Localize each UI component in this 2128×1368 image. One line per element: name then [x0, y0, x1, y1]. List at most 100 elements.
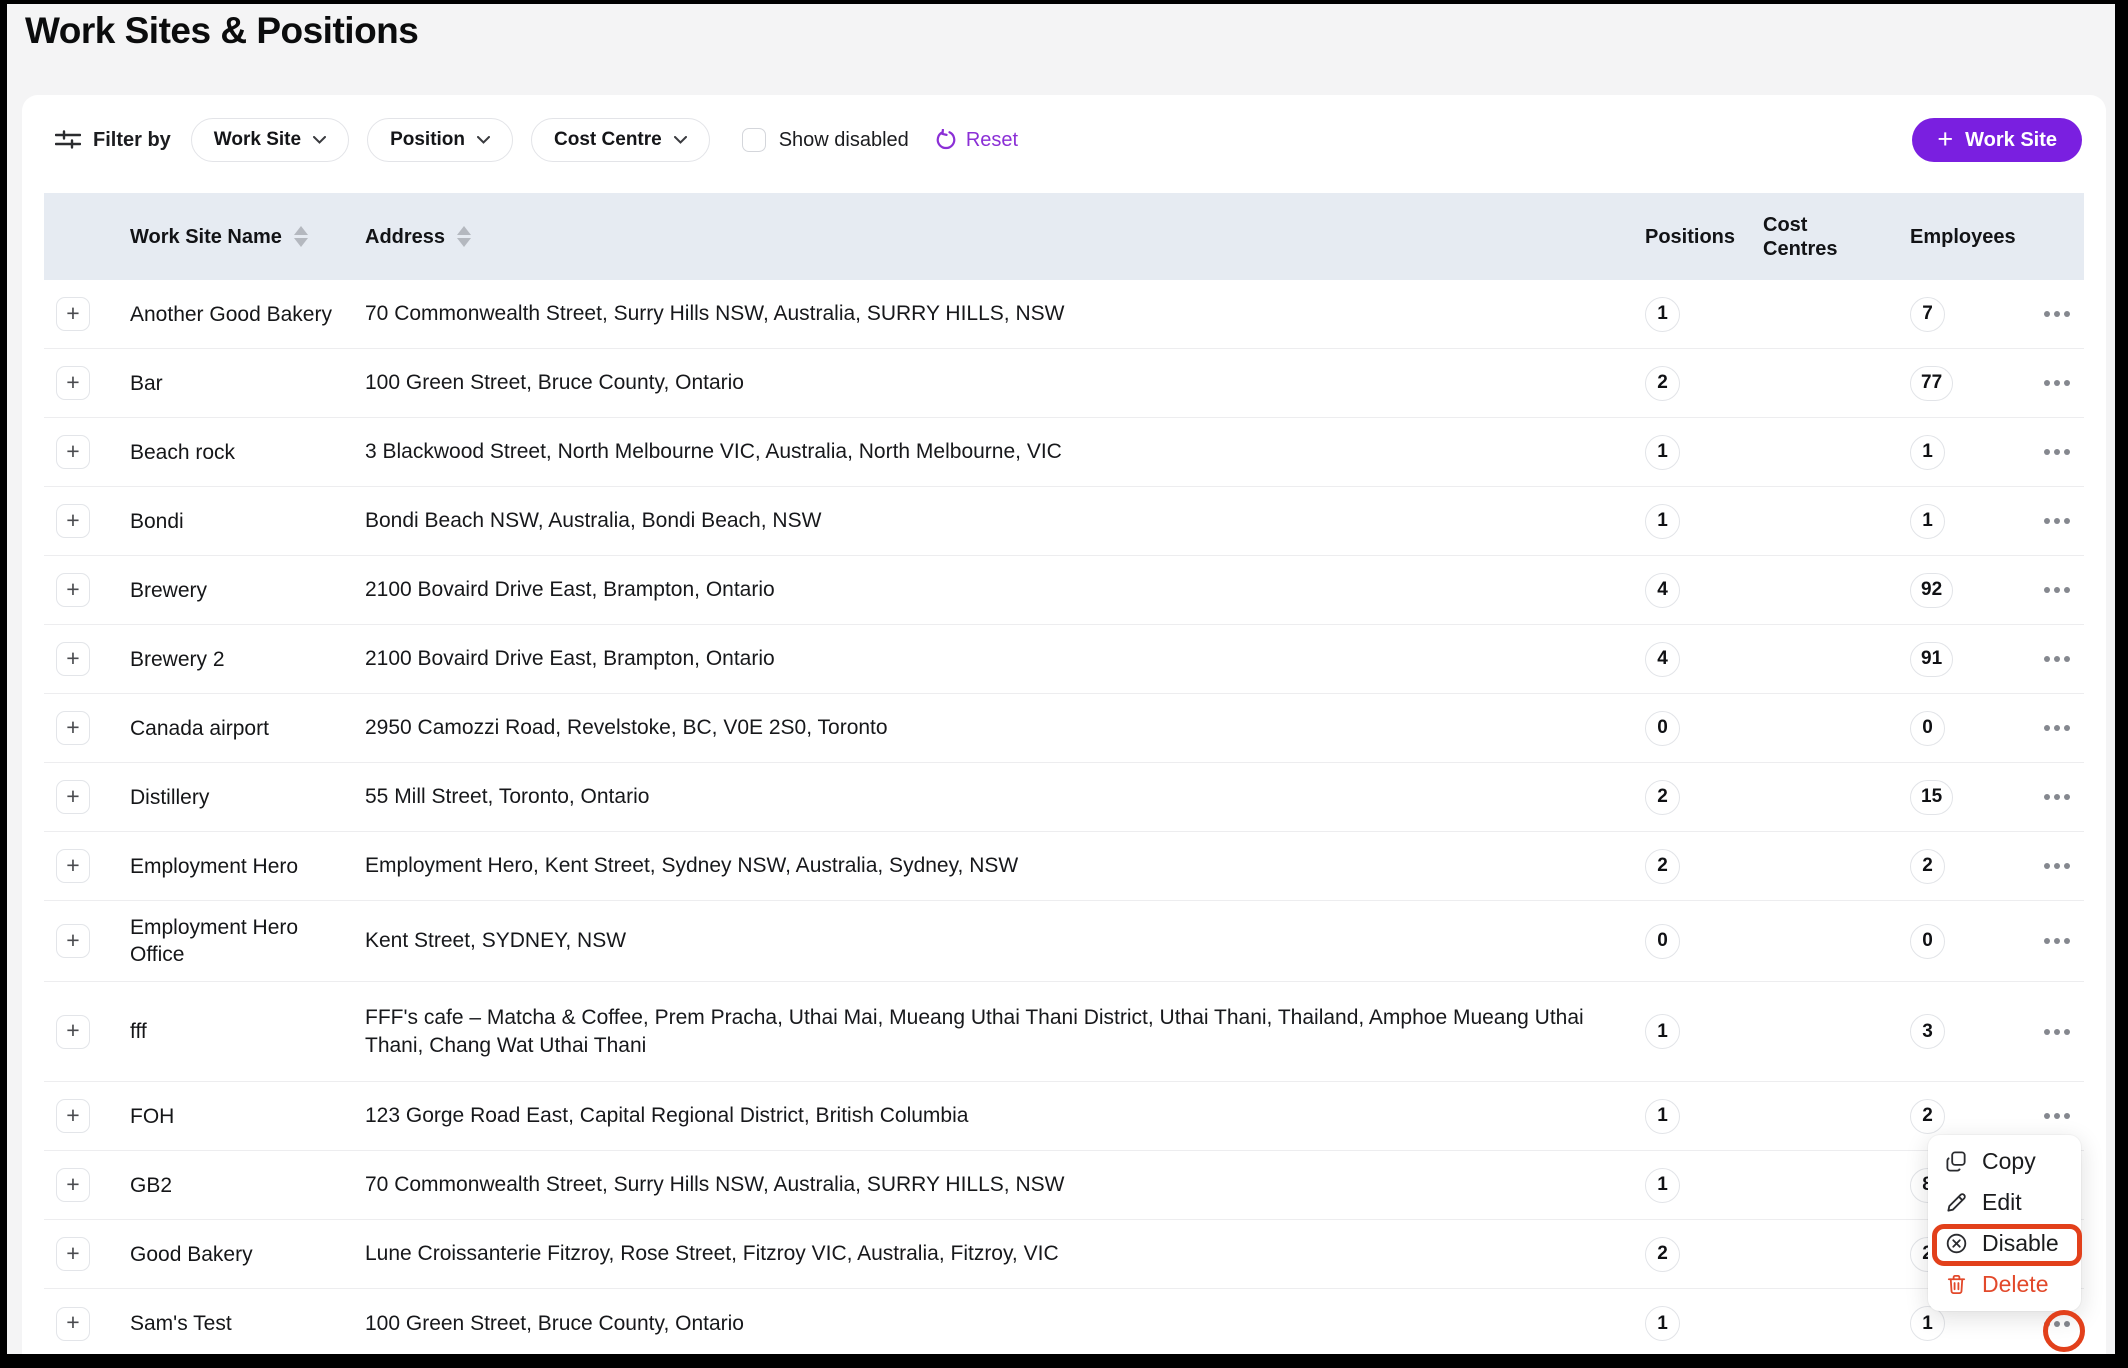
work-site-address: 100 Green Street, Bruce County, Ontario [365, 369, 1645, 397]
trash-icon [1945, 1273, 1968, 1296]
positions-count-badge: 0 [1645, 711, 1680, 746]
column-header-address[interactable]: Address [365, 225, 1645, 249]
expand-row-button[interactable]: + [56, 924, 90, 958]
work-site-filter-dropdown[interactable]: Work Site [191, 118, 349, 162]
filter-bar: Filter by Work Site Position Cost Centre… [22, 95, 2106, 162]
disable-circle-x-icon [1945, 1232, 1968, 1255]
menu-item-edit-label: Edit [1982, 1189, 2022, 1216]
table-row: + Employment Hero Office Kent Street, SY… [44, 901, 2084, 982]
expand-row-button[interactable]: + [56, 366, 90, 400]
table-row: + GB2 70 Commonwealth Street, Surry Hill… [44, 1151, 2084, 1220]
row-actions-menu-button[interactable] [2040, 930, 2074, 952]
menu-item-disable[interactable]: Disable [1928, 1224, 2081, 1264]
table-body: + Another Good Bakery 70 Commonwealth St… [44, 280, 2084, 1358]
reset-refresh-icon [935, 129, 957, 151]
chevron-down-icon [674, 136, 687, 144]
employees-count-badge: 0 [1910, 711, 1945, 746]
row-actions-menu-button[interactable] [2040, 372, 2074, 394]
table-row: + fff FFF's cafe – Matcha & Coffee, Prem… [44, 982, 2084, 1082]
expand-row-button[interactable]: + [56, 297, 90, 331]
employees-count-badge: 91 [1910, 642, 1953, 677]
table-row: + FOH 123 Gorge Road East, Capital Regio… [44, 1082, 2084, 1151]
expand-row-button[interactable]: + [56, 1099, 90, 1133]
expand-row-button[interactable]: + [56, 1307, 90, 1341]
row-actions-context-menu: Copy Edit Disable Delete [1928, 1135, 2081, 1311]
positions-count-badge: 1 [1645, 1099, 1680, 1134]
position-filter-dropdown[interactable]: Position [367, 118, 513, 162]
expand-row-button[interactable]: + [56, 1237, 90, 1271]
row-actions-menu-button[interactable] [2040, 441, 2074, 463]
expand-row-button[interactable]: + [56, 504, 90, 538]
positions-count-badge: 1 [1645, 504, 1680, 539]
table-row: + Sam's Test 100 Green Street, Bruce Cou… [44, 1289, 2084, 1358]
menu-item-delete-label: Delete [1982, 1271, 2048, 1298]
column-header-work-site-name[interactable]: Work Site Name [130, 225, 365, 249]
add-work-site-button[interactable]: + Work Site [1912, 118, 2082, 162]
work-site-address: 2100 Bovaird Drive East, Brampton, Ontar… [365, 576, 1645, 604]
column-header-employees: Employees [1910, 225, 2040, 249]
menu-item-copy[interactable]: Copy [1928, 1142, 2081, 1182]
row-actions-menu-button[interactable] [2040, 1105, 2074, 1127]
work-site-name: Employment Hero [130, 853, 365, 880]
expand-row-button[interactable]: + [56, 711, 90, 745]
positions-count-badge: 2 [1645, 780, 1680, 815]
expand-row-button[interactable]: + [56, 435, 90, 469]
cost-centre-filter-label: Cost Centre [554, 129, 662, 151]
work-site-address: 70 Commonwealth Street, Surry Hills NSW,… [365, 300, 1645, 328]
table-row: + Brewery 2 2100 Bovaird Drive East, Bra… [44, 625, 2084, 694]
row-actions-menu-button[interactable] [2040, 717, 2074, 739]
positions-count-badge: 1 [1645, 435, 1680, 470]
table-row: + Another Good Bakery 70 Commonwealth St… [44, 280, 2084, 349]
expand-row-button[interactable]: + [56, 573, 90, 607]
row-actions-menu-button[interactable] [2040, 1313, 2074, 1335]
work-site-name: FOH [130, 1103, 365, 1130]
employees-count-badge: 2 [1910, 1099, 1945, 1134]
sort-icon[interactable] [294, 226, 308, 247]
work-site-name: Canada airport [130, 715, 365, 742]
table-row: + Bar 100 Green Street, Bruce County, On… [44, 349, 2084, 418]
sort-icon[interactable] [457, 226, 471, 247]
row-actions-menu-button[interactable] [2040, 855, 2074, 877]
page-title: Work Sites & Positions [7, 4, 2115, 52]
work-site-name: Another Good Bakery [130, 301, 365, 328]
employees-count-badge: 3 [1910, 1014, 1945, 1049]
expand-row-button[interactable]: + [56, 780, 90, 814]
employees-count-badge: 77 [1910, 366, 1953, 401]
menu-item-delete[interactable]: Delete [1928, 1265, 2081, 1305]
menu-item-edit[interactable]: Edit [1928, 1183, 2081, 1223]
row-actions-menu-button[interactable] [2040, 1021, 2074, 1043]
table-row: + Bondi Bondi Beach NSW, Australia, Bond… [44, 487, 2084, 556]
filter-by-label: Filter by [93, 129, 171, 152]
positions-count-badge: 4 [1645, 642, 1680, 677]
table-row: + Distillery 55 Mill Street, Toronto, On… [44, 763, 2084, 832]
expand-row-button[interactable]: + [56, 1168, 90, 1202]
cost-centre-filter-dropdown[interactable]: Cost Centre [531, 118, 710, 162]
table-header-row: Work Site Name Address Positions Cost Ce… [44, 193, 2084, 280]
chevron-down-icon [477, 136, 490, 144]
work-site-name: Bondi [130, 508, 365, 535]
row-actions-menu-button[interactable] [2040, 510, 2074, 532]
add-work-site-label: Work Site [1965, 129, 2057, 152]
work-site-address: 100 Green Street, Bruce County, Ontario [365, 1310, 1645, 1338]
chevron-down-icon [313, 136, 326, 144]
work-site-name: Distillery [130, 784, 365, 811]
positions-count-badge: 4 [1645, 573, 1680, 608]
row-actions-menu-button[interactable] [2040, 786, 2074, 808]
work-site-address: Employment Hero, Kent Street, Sydney NSW… [365, 852, 1645, 880]
expand-row-button[interactable]: + [56, 1015, 90, 1049]
employees-count-badge: 1 [1910, 504, 1945, 539]
expand-row-button[interactable]: + [56, 642, 90, 676]
reset-label: Reset [966, 129, 1018, 152]
row-actions-menu-button[interactable] [2040, 648, 2074, 670]
work-site-name: Bar [130, 370, 365, 397]
positions-count-badge: 1 [1645, 1306, 1680, 1341]
reset-filters-link[interactable]: Reset [935, 129, 1018, 152]
row-actions-menu-button[interactable] [2040, 303, 2074, 325]
position-filter-label: Position [390, 129, 465, 151]
row-actions-menu-button[interactable] [2040, 579, 2074, 601]
expand-row-button[interactable]: + [56, 849, 90, 883]
employees-count-badge: 1 [1910, 1306, 1945, 1341]
employees-count-badge: 0 [1910, 924, 1945, 959]
show-disabled-checkbox[interactable] [742, 128, 766, 152]
positions-count-badge: 2 [1645, 1237, 1680, 1272]
